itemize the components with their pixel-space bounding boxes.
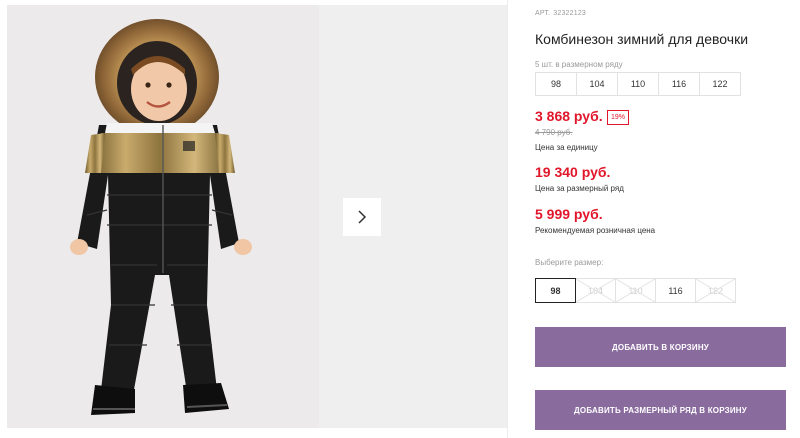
add-size-row-to-cart-button[interactable]: ДОБАВИТЬ РАЗМЕРНЫЙ РЯД В КОРЗИНУ	[535, 390, 786, 430]
unavailable-cross-icon	[616, 279, 655, 302]
panel-divider	[507, 0, 508, 438]
old-price: 4 790 руб.	[535, 128, 573, 137]
row-price-caption: Цена за размерный ряд	[535, 184, 624, 193]
retail-price: 5 999 руб.	[535, 206, 603, 222]
size-option-label: 116	[668, 285, 683, 296]
size-option-98[interactable]: 98	[535, 278, 576, 303]
unavailable-cross-icon	[576, 279, 615, 302]
discount-badge: 19%	[607, 110, 630, 125]
child-in-snowsuit-image	[70, 19, 252, 415]
size-row-cell: 116	[659, 73, 700, 95]
product-gallery	[0, 0, 508, 438]
add-to-cart-button[interactable]: ДОБАВИТЬ В КОРЗИНУ	[535, 327, 786, 367]
size-row-label: 5 шт. в размерном ряду	[535, 60, 623, 69]
size-option-116[interactable]: 116	[655, 278, 696, 303]
size-row-list: 98 104 110 116 122	[535, 72, 741, 96]
unit-price-caption: Цена за единицу	[535, 143, 598, 152]
size-row-cell: 98	[536, 73, 577, 95]
size-option-110[interactable]: 110	[615, 278, 656, 303]
size-option-label: 98	[550, 285, 561, 296]
article-label: АРТ.	[535, 10, 551, 17]
size-option-122[interactable]: 122	[695, 278, 736, 303]
row-price: 19 340 руб.	[535, 164, 611, 180]
product-title: Комбинезон зимний для девочки	[535, 31, 749, 47]
article-value: 32322123	[553, 10, 587, 17]
size-option-104[interactable]: 104	[575, 278, 616, 303]
size-row-cell: 104	[577, 73, 618, 95]
unavailable-cross-icon	[696, 279, 735, 302]
product-photo[interactable]	[7, 5, 319, 428]
article-number: АРТ. 32322123	[535, 10, 586, 17]
size-row-cell: 122	[712, 79, 728, 89]
retail-price-caption: Рекомендуемая розничная цена	[535, 226, 656, 235]
size-row-cell: 110	[618, 73, 659, 95]
unit-price: 3 868 руб.	[535, 108, 603, 124]
size-selector: 98 104 110 116 122	[535, 278, 740, 303]
product-page: АРТ. 32322123 Комбинезон зимний для девоч…	[0, 0, 800, 438]
chevron-right-icon	[358, 210, 367, 224]
choose-size-label: Выберите размер:	[535, 258, 604, 267]
gallery-next-button[interactable]	[343, 198, 381, 236]
